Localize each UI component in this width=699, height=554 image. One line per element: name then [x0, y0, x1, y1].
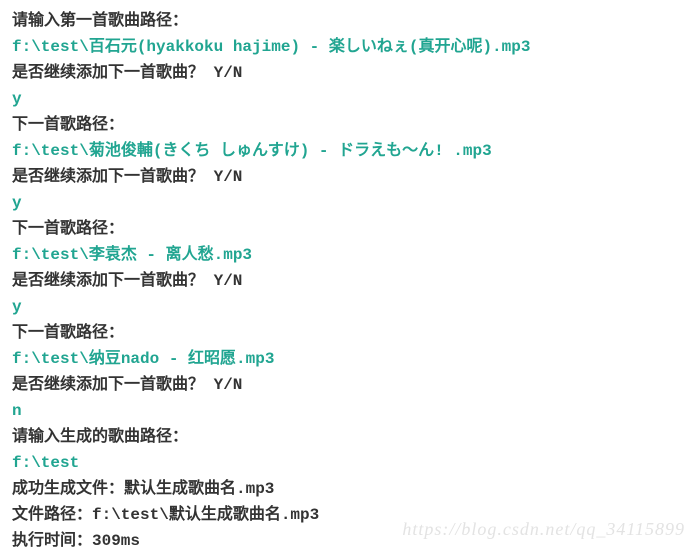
console-line: f:\test\百石元(hyakkoku hajime) - 楽しいねぇ(真开心… — [12, 34, 687, 60]
console-line: f:\test\纳豆nado - 红昭愿.mp3 — [12, 346, 687, 372]
console-line: y — [12, 190, 687, 216]
console-line: 请输入第一首歌曲路径： — [12, 8, 687, 34]
console-line: 下一首歌路径： — [12, 112, 687, 138]
console-line: 请输入生成的歌曲路径： — [12, 424, 687, 450]
console-line: f:\test\李袁杰 - 离人愁.mp3 — [12, 242, 687, 268]
console-line: n — [12, 398, 687, 424]
console-line: f:\test\菊池俊輔(きくち しゅんすけ) - ドラえも～ん! .mp3 — [12, 138, 687, 164]
console-line: 是否继续添加下一首歌曲？ Y/N — [12, 268, 687, 294]
console-line: 成功生成文件：默认生成歌曲名.mp3 — [12, 476, 687, 502]
console-line: f:\test — [12, 450, 687, 476]
console-line: y — [12, 86, 687, 112]
console-line: 下一首歌路径： — [12, 320, 687, 346]
console-line: 是否继续添加下一首歌曲？ Y/N — [12, 372, 687, 398]
watermark-text: https://blog.csdn.net/qq_34115899 — [402, 519, 685, 540]
console-line: 下一首歌路径： — [12, 216, 687, 242]
console-output: 请输入第一首歌曲路径：f:\test\百石元(hyakkoku hajime) … — [12, 8, 687, 554]
console-line: 是否继续添加下一首歌曲？ Y/N — [12, 164, 687, 190]
console-line: y — [12, 294, 687, 320]
console-line: 是否继续添加下一首歌曲？ Y/N — [12, 60, 687, 86]
